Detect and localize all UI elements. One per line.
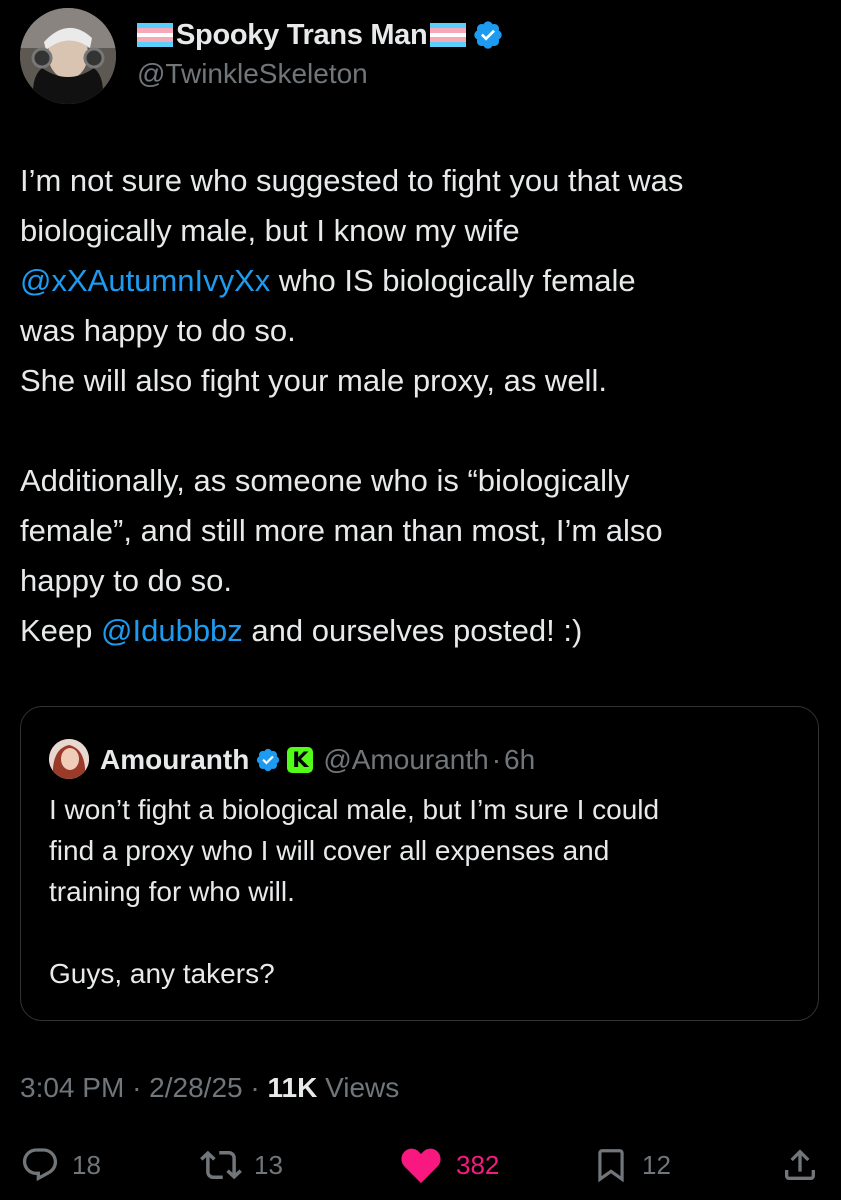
- quoted-author-avatar[interactable]: [49, 739, 89, 779]
- reply-icon: [22, 1148, 58, 1182]
- separator: ·: [132, 1072, 142, 1103]
- tweet-time[interactable]: 3:04 PM: [20, 1072, 124, 1103]
- tweet-line: Keep @Idubbbz and ourselves posted! :): [20, 606, 825, 656]
- tweet-line: happy to do so.: [20, 563, 232, 598]
- repost-button[interactable]: 13: [200, 1143, 283, 1187]
- views-count: 11K: [267, 1072, 318, 1103]
- repost-count: 13: [254, 1149, 283, 1180]
- tweet-text: I’m not sure who suggested to fight you …: [20, 156, 825, 656]
- mention-link[interactable]: @xXAutumnIvyXx: [20, 263, 270, 298]
- author-name-row[interactable]: Spooky Trans Man: [137, 16, 504, 54]
- quoted-line: I won’t fight a biological male, but I’m…: [49, 794, 660, 825]
- avatar-photo-icon: [20, 8, 116, 104]
- reply-count: 18: [72, 1149, 101, 1180]
- tweet-line: female”, and still more man than most, I…: [20, 513, 663, 548]
- views-label[interactable]: Views: [325, 1072, 399, 1103]
- share-button[interactable]: [780, 1143, 820, 1187]
- tweet-line: She will also fight your male proxy, as …: [20, 363, 607, 398]
- like-button[interactable]: 382: [398, 1143, 499, 1187]
- tweet-line-text: and ourselves posted! :): [242, 613, 583, 648]
- separator: ·: [491, 744, 502, 775]
- quoted-display-name[interactable]: Amouranth: [100, 744, 249, 776]
- tweet-line: @xXAutumnIvyXx who IS biologically femal…: [20, 256, 825, 306]
- tweet-line: Additionally, as someone who is “biologi…: [20, 463, 630, 498]
- tweet-line: biologically male, but I know my wife: [20, 213, 520, 248]
- share-icon: [785, 1149, 815, 1180]
- like-count: 382: [456, 1149, 500, 1180]
- author-handle[interactable]: @TwinkleSkeleton: [137, 58, 368, 90]
- bookmark-icon: [598, 1149, 624, 1183]
- quoted-line: find a proxy who I will cover all expens…: [49, 835, 610, 866]
- tweet-line-prefix: Keep: [20, 613, 102, 648]
- tweet-line: I’m not sure who suggested to fight you …: [20, 163, 684, 198]
- quoted-handle[interactable]: @Amouranth: [323, 744, 488, 776]
- quoted-line: training for who will.: [49, 876, 295, 907]
- repost-icon: [200, 1150, 242, 1180]
- reply-button[interactable]: 18: [20, 1143, 101, 1187]
- author-display-name[interactable]: Spooky Trans Man: [176, 19, 428, 52]
- trans-flag-icon: [137, 23, 173, 47]
- tweet-line: was happy to do so.: [20, 313, 296, 348]
- avatar-photo-icon: [49, 739, 89, 779]
- tweet-date[interactable]: 2/28/25: [149, 1072, 242, 1103]
- separator: ·: [250, 1072, 260, 1103]
- quoted-tweet-card[interactable]: Amouranth K @Amouranth · 6h I won’t figh…: [20, 706, 819, 1021]
- tweet-line-text: who IS biologically female: [270, 263, 636, 298]
- bookmark-button[interactable]: 12: [592, 1143, 671, 1187]
- verified-badge-icon[interactable]: [472, 19, 504, 51]
- trans-flag-icon: [430, 23, 467, 47]
- mention-link[interactable]: @Idubbbz: [101, 613, 243, 648]
- tweet-meta: 3:04 PM · 2/28/25 · 11K Views: [20, 1072, 399, 1104]
- quoted-tweet-text: I won’t fight a biological male, but I’m…: [49, 789, 809, 994]
- heart-icon: [401, 1148, 441, 1184]
- bookmark-count: 12: [642, 1149, 671, 1180]
- quoted-line: Guys, any takers?: [49, 958, 275, 989]
- quoted-line: [49, 912, 809, 953]
- author-avatar[interactable]: [20, 8, 116, 104]
- quoted-author-row: Amouranth K @Amouranth · 6h: [100, 739, 535, 781]
- kick-affiliate-badge-icon[interactable]: K: [287, 747, 314, 773]
- verified-badge-icon[interactable]: [255, 747, 281, 773]
- quoted-timestamp[interactable]: 6h: [504, 744, 535, 776]
